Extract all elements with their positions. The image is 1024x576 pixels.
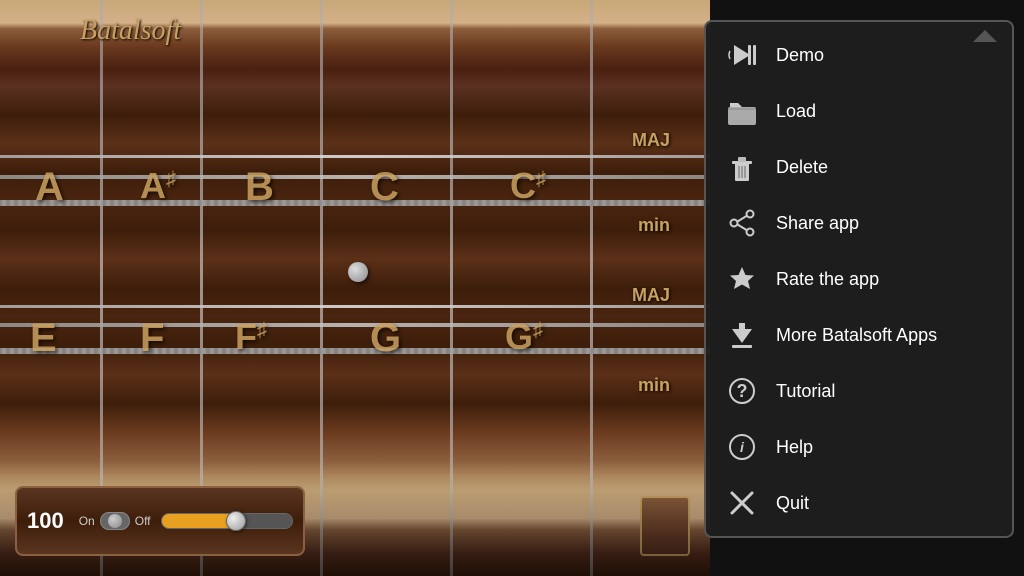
note-F-sharp[interactable]: F♯ — [235, 316, 267, 358]
quit-icon — [726, 487, 758, 519]
share-icon — [726, 207, 758, 239]
context-menu: Demo Load Delete — [704, 20, 1014, 538]
toggle-area: On Off — [79, 512, 151, 530]
note-C[interactable]: C — [370, 165, 399, 210]
menu-item-delete[interactable]: Delete — [706, 139, 1012, 195]
load-label: Load — [776, 101, 816, 122]
load-icon — [726, 95, 758, 127]
rate-icon — [726, 263, 758, 295]
menu-item-load[interactable]: Load — [706, 83, 1012, 139]
volume-slider-track[interactable] — [161, 513, 293, 529]
note-A[interactable]: A — [35, 165, 64, 210]
volume-slider-thumb[interactable] — [226, 511, 246, 531]
maj-label-top: MAJ — [632, 130, 670, 151]
string-1 — [0, 155, 710, 158]
delete-label: Delete — [776, 157, 828, 178]
min-label-bottom: min — [638, 375, 670, 396]
more-icon — [726, 319, 758, 351]
string-5 — [0, 323, 710, 327]
note-G[interactable]: G — [370, 316, 401, 361]
quit-label: Quit — [776, 493, 809, 514]
string-6 — [0, 348, 710, 354]
app-logo: Batalsoft — [80, 15, 181, 47]
demo-icon — [726, 39, 758, 71]
menu-item-help[interactable]: i Help — [706, 419, 1012, 475]
dot-marker — [348, 262, 368, 282]
note-C-sharp[interactable]: C♯ — [510, 165, 546, 207]
note-E[interactable]: E — [30, 316, 57, 361]
help-icon: i — [726, 431, 758, 463]
menu-item-tutorial[interactable]: ? Tutorial — [706, 363, 1012, 419]
menu-item-rate[interactable]: Rate the app — [706, 251, 1012, 307]
string-3 — [0, 200, 710, 206]
share-label: Share app — [776, 213, 859, 234]
svg-text:i: i — [740, 439, 745, 455]
note-B[interactable]: B — [245, 165, 274, 210]
demo-label: Demo — [776, 45, 824, 66]
menu-item-demo[interactable]: Demo — [706, 27, 1012, 83]
tutorial-label: Tutorial — [776, 381, 835, 402]
volume-value: 100 — [27, 508, 64, 534]
menu-item-share[interactable]: Share app — [706, 195, 1012, 251]
fretboard-background: Batalsoft MAJ A A♯ B C C♯ min MAJ E F F♯… — [0, 0, 710, 576]
menu-corner-arrow — [973, 30, 997, 42]
off-label: Off — [135, 514, 151, 528]
tutorial-icon: ? — [726, 375, 758, 407]
rate-label: Rate the app — [776, 269, 879, 290]
toggle-knob — [108, 514, 122, 528]
maj-label-bottom: MAJ — [632, 285, 670, 306]
svg-text:?: ? — [737, 381, 748, 401]
string-2 — [0, 175, 710, 179]
toggle-switch[interactable] — [100, 512, 130, 530]
note-A-sharp[interactable]: A♯ — [140, 165, 176, 207]
menu-item-more[interactable]: More Batalsoft Apps — [706, 307, 1012, 363]
menu-item-quit[interactable]: Quit — [706, 475, 1012, 531]
help-label: Help — [776, 437, 813, 458]
min-label-top: min — [638, 215, 670, 236]
volume-slider-container — [161, 513, 293, 529]
note-G-sharp[interactable]: G♯ — [505, 316, 543, 358]
delete-icon — [726, 151, 758, 183]
string-4 — [0, 305, 710, 308]
more-label: More Batalsoft Apps — [776, 325, 937, 346]
volume-panel: 100 On Off — [15, 486, 305, 556]
on-label: On — [79, 514, 95, 528]
note-F[interactable]: F — [140, 316, 164, 361]
